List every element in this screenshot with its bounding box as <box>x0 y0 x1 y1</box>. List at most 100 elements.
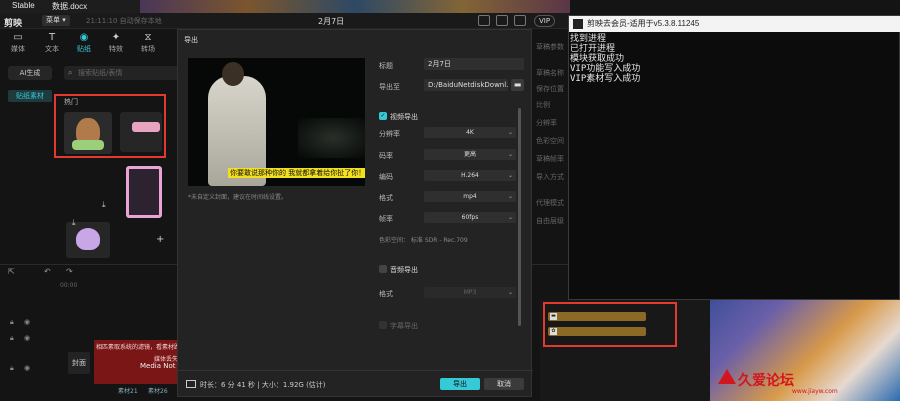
chevron-down-icon: ⌄ <box>507 289 513 296</box>
ai-generate-button[interactable]: AI生成 <box>8 66 52 80</box>
wallpaper-strip <box>140 0 570 13</box>
transition-icon: ⧖ <box>144 32 152 43</box>
tool-text[interactable]: T 文本 <box>36 32 68 54</box>
select-value: 4K <box>466 129 474 136</box>
video-export-checkbox[interactable]: ✓ <box>379 112 387 120</box>
folder-icon[interactable]: ▬ <box>511 79 524 91</box>
lock-icon[interactable]: 🔒︎ <box>10 364 14 373</box>
left-toolbar: ▭ 媒体 T 文本 ◉ 贴纸 ✦ 特效 ⧖ 转场 <box>0 30 180 56</box>
select-value: 60fps <box>461 214 479 221</box>
select-value: H.264 <box>461 172 479 179</box>
prop-item: 比例 <box>536 101 550 109</box>
export-info: 时长：6 分 41 秒 | 大小：1.92G (估计) <box>200 381 326 389</box>
download-icon[interactable]: ⤓ <box>72 218 76 228</box>
tool-label: 媒体 <box>11 45 25 53</box>
sticker-base <box>72 140 104 150</box>
menu-button[interactable]: 菜单 ▾ <box>42 15 70 26</box>
watermark-logo <box>718 369 736 384</box>
audio-format-select[interactable]: MP3 ⌄ <box>424 287 516 298</box>
tool-label: 特效 <box>109 45 123 53</box>
redo-icon[interactable]: ↷ <box>66 267 73 276</box>
subtitle-export-checkbox[interactable] <box>379 321 387 329</box>
cancel-button[interactable]: 取消 <box>484 378 524 390</box>
field-label: 码率 <box>379 152 393 160</box>
autosave-status: 21:11:10 自动保存本地 <box>86 17 162 25</box>
side-tab-stickers[interactable]: 贴纸素材 <box>8 90 52 102</box>
banner-shape <box>132 122 160 132</box>
console-line: 模块获取成功 <box>570 54 625 64</box>
add-icon[interactable]: + <box>156 234 164 245</box>
console-title-text: 剪映去会员-适用于v5.3.8.11245 <box>587 19 700 28</box>
audio-export-checkbox[interactable] <box>379 265 387 273</box>
export-dialog: 导出 你要敢说那种你的 我就都拿着给你扯了你！ *未自定义封面，建议在时间线设置… <box>177 29 533 398</box>
chevron-down-icon: ⌄ <box>507 214 513 221</box>
prop-item: 导入方式 <box>536 173 564 181</box>
dialog-scrollbar[interactable] <box>518 108 521 326</box>
chevron-down-icon: ⌄ <box>507 151 513 158</box>
framerate-select[interactable]: 60fps ⌄ <box>424 212 516 223</box>
taskbar-item-stable[interactable]: Stable <box>12 1 35 10</box>
cover-note: *未自定义封面，建议在时间线设置。 <box>188 194 288 201</box>
document-title: 2月7日 <box>318 17 345 26</box>
tool-effects[interactable]: ✦ 特效 <box>100 32 132 54</box>
search-input[interactable]: ⌕ 搜索贴纸/表情 <box>64 66 182 80</box>
missing-media-clip[interactable]: 相匹素取系统的滤镜，看素材路径是否… 媒体丢失 Media Not F <box>94 340 204 384</box>
sticker-banner[interactable] <box>120 112 162 152</box>
shortcut-icon[interactable] <box>496 15 508 26</box>
select-tool-icon[interactable]: ⇱ <box>8 267 15 276</box>
eye-icon[interactable]: ◉ <box>24 318 30 326</box>
select-value: mp4 <box>463 193 477 200</box>
path-label: 导出至 <box>379 83 400 91</box>
resolution-select[interactable]: 4K ⌄ <box>424 127 516 138</box>
audio-format-label: 格式 <box>379 290 393 298</box>
media-not-found-text: Media Not F <box>140 362 182 370</box>
editor-titlebar: 剪映 菜单 ▾ 21:11:10 自动保存本地 2月7日 VIP <box>0 13 570 29</box>
prop-item: 色彩空间 <box>536 137 564 145</box>
bitrate-select[interactable]: 更高 ⌄ <box>424 149 516 160</box>
tool-sticker[interactable]: ◉ 贴纸 <box>68 32 100 54</box>
field-label: 帧率 <box>379 215 393 223</box>
tool-label: 文本 <box>45 45 59 53</box>
export-button[interactable]: 导出 <box>440 378 480 390</box>
taskbar: Stable 数据.docx <box>0 0 570 13</box>
sticker-frame[interactable] <box>126 166 162 218</box>
vip-badge[interactable]: VIP <box>534 15 556 27</box>
prop-item: 草稿参数 <box>536 43 564 51</box>
chevron-down-icon: ⌄ <box>507 193 513 200</box>
watermark-url: www.jiayw.com <box>792 388 838 395</box>
tool-media[interactable]: ▭ 媒体 <box>2 32 34 54</box>
eye-icon[interactable]: ◉ <box>24 364 30 372</box>
sticker-bear[interactable] <box>64 112 112 154</box>
prop-item: 分辨率 <box>536 119 557 127</box>
layout-icon[interactable] <box>478 15 490 26</box>
lock-icon[interactable]: 🔒︎ <box>10 334 14 343</box>
prop-item: 保存位置 <box>536 85 564 93</box>
taskbar-item-docx[interactable]: 数据.docx <box>52 1 87 12</box>
butterfly-shape <box>76 228 100 250</box>
lock-icon[interactable]: 🔒︎ <box>10 318 14 327</box>
timeline-ruler: 00:00 <box>60 282 78 289</box>
prop-item: 代理模式 <box>536 199 564 207</box>
prop-item: 自由层级 <box>536 217 564 225</box>
codec-select[interactable]: H.264 ⌄ <box>424 170 516 181</box>
watermark-text: 久爱论坛 <box>738 372 794 388</box>
path-input[interactable]: D:/BaiduNetdiskDownl... <box>424 79 508 91</box>
app-logo: 剪映 <box>4 18 23 28</box>
film-icon <box>186 380 196 388</box>
clip-tag: 素材21 <box>118 388 138 395</box>
eye-icon[interactable]: ◉ <box>24 334 30 342</box>
console-window: 剪映去会员-适用于v5.3.8.11245 找到进程 已打开进程 模块获取成功 … <box>568 15 900 300</box>
download-icon[interactable]: ⤓ <box>102 200 106 210</box>
prop-item: 草稿名称 <box>536 69 564 77</box>
undo-icon[interactable]: ↶ <box>44 267 51 276</box>
share-icon[interactable] <box>514 15 526 26</box>
tool-transition[interactable]: ⧖ 转场 <box>132 32 164 54</box>
select-value: 更高 <box>463 151 476 158</box>
name-label: 标题 <box>379 62 393 70</box>
subtitle-export-label: 字幕导出 <box>390 322 418 330</box>
cover-button[interactable]: 封面 <box>68 352 90 374</box>
dialog-footer: 时长：6 分 41 秒 | 大小：1.92G (估计) 导出 取消 <box>178 370 533 398</box>
format-select[interactable]: mp4 ⌄ <box>424 191 516 202</box>
name-input[interactable]: 2月7日 <box>424 58 524 70</box>
console-title[interactable]: 剪映去会员-适用于v5.3.8.11245 <box>569 16 900 32</box>
